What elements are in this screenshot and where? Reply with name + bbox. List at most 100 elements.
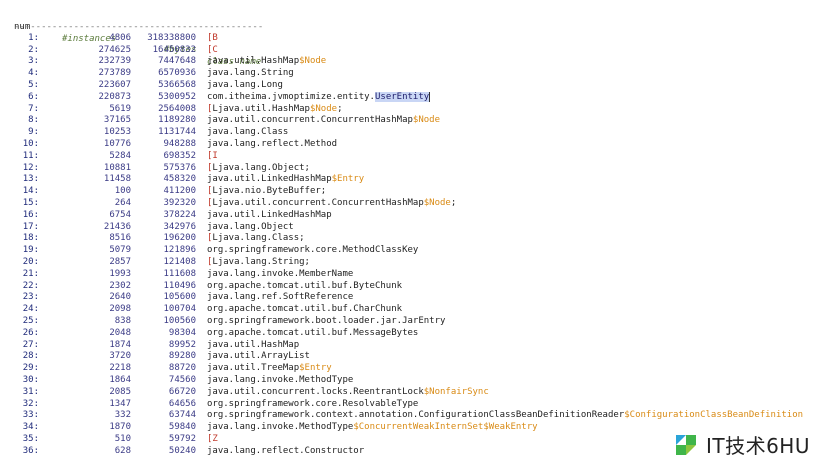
row-num: 8:	[28, 115, 39, 126]
row-class-name: java.lang.invoke.MethodType$ConcurrentWe…	[207, 422, 538, 434]
row-bytes: 318338800	[147, 32, 196, 43]
histogram-row: 30: 1864 74560 java.lang.invoke.MethodType	[14, 375, 814, 387]
histogram-row: 24: 2098 100704 org.apache.tomcat.util.buf.…	[14, 304, 814, 316]
row-class-name: [Ljava.lang.Class;	[207, 233, 305, 245]
histogram-row: 17: 21436 342976 java.lang.Object	[14, 222, 814, 234]
row-num: 1:	[28, 32, 39, 43]
row-bytes: 6570936	[158, 68, 196, 79]
histogram-row: 16: 6754 378224 java.util.LinkedHashMap	[14, 210, 814, 222]
histogram-row: 21: 1993 111608 java.lang.invoke.MemberName	[14, 269, 814, 281]
row-class-name: java.util.LinkedHashMap$Entry	[207, 174, 364, 186]
histogram-row: 25: 838 100560 org.springframework.boot.loa…	[14, 316, 814, 328]
row-num: 32:	[22, 398, 39, 409]
class-name-part: java.lang.invoke.MethodType	[207, 374, 354, 385]
row-bytes: 378224	[163, 209, 196, 220]
row-instances: 5619	[109, 103, 131, 114]
histogram-row: 26: 2048 98304 org.apache.tomcat.util.buf.M…	[14, 328, 814, 340]
row-instances: 1864	[109, 374, 131, 385]
row-instances: 2048	[109, 327, 131, 338]
row-class-name: java.util.concurrent.locks.ReentrantLock…	[207, 387, 489, 399]
row-bytes: 458320	[163, 174, 196, 185]
row-class-name: org.apache.tomcat.util.buf.ByteChunk	[207, 281, 402, 293]
histogram-header: num #instances #bytes class name	[14, 10, 814, 67]
class-name-part: Ljava.util.concurrent.ConcurrentHashMap	[212, 197, 424, 208]
histogram-row: 10: 10776 948288 java.lang.reflect.Method	[14, 139, 814, 151]
row-instances: 4806	[109, 32, 131, 43]
row-num: 30:	[22, 374, 39, 385]
row-instances: 2218	[109, 363, 131, 374]
class-name-part: $Entry	[299, 363, 332, 374]
row-bytes: 1189280	[158, 115, 196, 126]
class-name-part: java.lang.Long	[207, 79, 283, 90]
row-instances: 6754	[109, 209, 131, 220]
histogram-row: 11: 5284 698352 [I	[14, 151, 814, 163]
histogram-row: 20: 2857 121408 [Ljava.lang.String;	[14, 257, 814, 269]
row-class-name: org.springframework.context.annotation.C…	[207, 410, 803, 422]
row-instances: 8516	[109, 233, 131, 244]
class-name-part: org.apache.tomcat.util.buf.MessageBytes	[207, 327, 419, 338]
row-num: 27:	[22, 339, 39, 350]
row-num: 16:	[22, 209, 39, 220]
row-bytes: 121408	[163, 256, 196, 267]
class-name-part: java.lang.reflect.Constructor	[207, 445, 365, 456]
row-instances: 100	[114, 186, 131, 197]
row-class-name: java.lang.reflect.Constructor	[207, 446, 364, 458]
row-num: 15:	[22, 197, 39, 208]
histogram-rows: 1: 4806 318338800 [B 2: 274625 16450832 [C 3: 232…	[14, 33, 814, 458]
row-instances: 21436	[103, 221, 131, 232]
row-instances: 838	[114, 315, 131, 326]
row-num: 29:	[22, 363, 39, 374]
class-name-part: java.lang.ref.SoftReference	[207, 292, 354, 303]
histogram-row: 8: 37165 1189280 java.util.concurrent.Concu…	[14, 115, 814, 127]
row-bytes: 392320	[163, 197, 196, 208]
row-num: 3:	[28, 56, 39, 67]
row-num: 7:	[28, 103, 39, 114]
header-separator: ----------------------------------------…	[14, 21, 264, 32]
row-num: 14:	[22, 186, 39, 197]
class-name-part: $ConfigurationClassBeanDefinition	[624, 410, 804, 421]
class-name-part: org.apache.tomcat.util.buf.CharChunk	[207, 304, 403, 315]
histogram-row: 29: 2218 88720 java.util.TreeMap$Entry	[14, 363, 814, 375]
row-num: 5:	[28, 79, 39, 90]
row-num: 26:	[22, 327, 39, 338]
row-num: 20:	[22, 256, 39, 267]
row-bytes: 5300952	[158, 91, 196, 102]
row-instances: 223607	[98, 79, 131, 90]
class-name-part: $Node	[309, 103, 338, 114]
row-num: 35:	[22, 433, 39, 444]
row-num: 19:	[22, 245, 39, 256]
row-class-name: [I	[207, 151, 218, 163]
histogram-row: 19: 5079 121896 org.springframework.core.Me…	[14, 245, 814, 257]
class-name-part: $NonfairSync	[423, 386, 489, 397]
class-name-part: java.util.LinkedHashMap	[207, 174, 332, 185]
histogram-row: 9: 10253 1131744 java.lang.Class	[14, 127, 814, 139]
row-bytes: 100704	[163, 304, 196, 315]
row-instances: 510	[114, 433, 131, 444]
row-num: 36:	[22, 445, 39, 456]
row-num: 4:	[28, 68, 39, 79]
row-bytes: 575376	[163, 162, 196, 173]
row-instances: 2640	[109, 292, 131, 303]
row-class-name: org.apache.tomcat.util.buf.CharChunk	[207, 304, 402, 316]
row-bytes: 64656	[168, 398, 196, 409]
class-histogram: num #instances #bytes class name -------…	[14, 10, 814, 457]
class-name-part: java.util.ArrayList	[207, 351, 310, 362]
row-instances: 11458	[103, 174, 131, 185]
class-name-part: java.util.HashMap	[207, 56, 300, 67]
row-bytes: 196200	[163, 233, 196, 244]
class-name-part: java.lang.String	[207, 68, 294, 79]
row-bytes: 16450832	[152, 44, 196, 55]
row-class-name: [Z	[207, 434, 218, 446]
row-class-name: [Ljava.nio.ByteBuffer;	[207, 186, 326, 198]
row-instances: 628	[114, 445, 131, 456]
row-class-name: java.lang.invoke.MemberName	[207, 269, 353, 281]
row-num: 34:	[22, 422, 39, 433]
row-instances: 10253	[103, 127, 131, 138]
row-instances: 1347	[109, 398, 131, 409]
row-class-name: [Ljava.util.concurrent.ConcurrentHashMap…	[207, 198, 456, 210]
row-class-name: java.util.HashMap	[207, 340, 299, 352]
row-class-name: [Ljava.lang.String;	[207, 257, 310, 269]
class-name-part: $Entry	[331, 174, 365, 185]
row-num: 12:	[22, 162, 39, 173]
row-class-name: java.lang.invoke.MethodType	[207, 375, 353, 387]
